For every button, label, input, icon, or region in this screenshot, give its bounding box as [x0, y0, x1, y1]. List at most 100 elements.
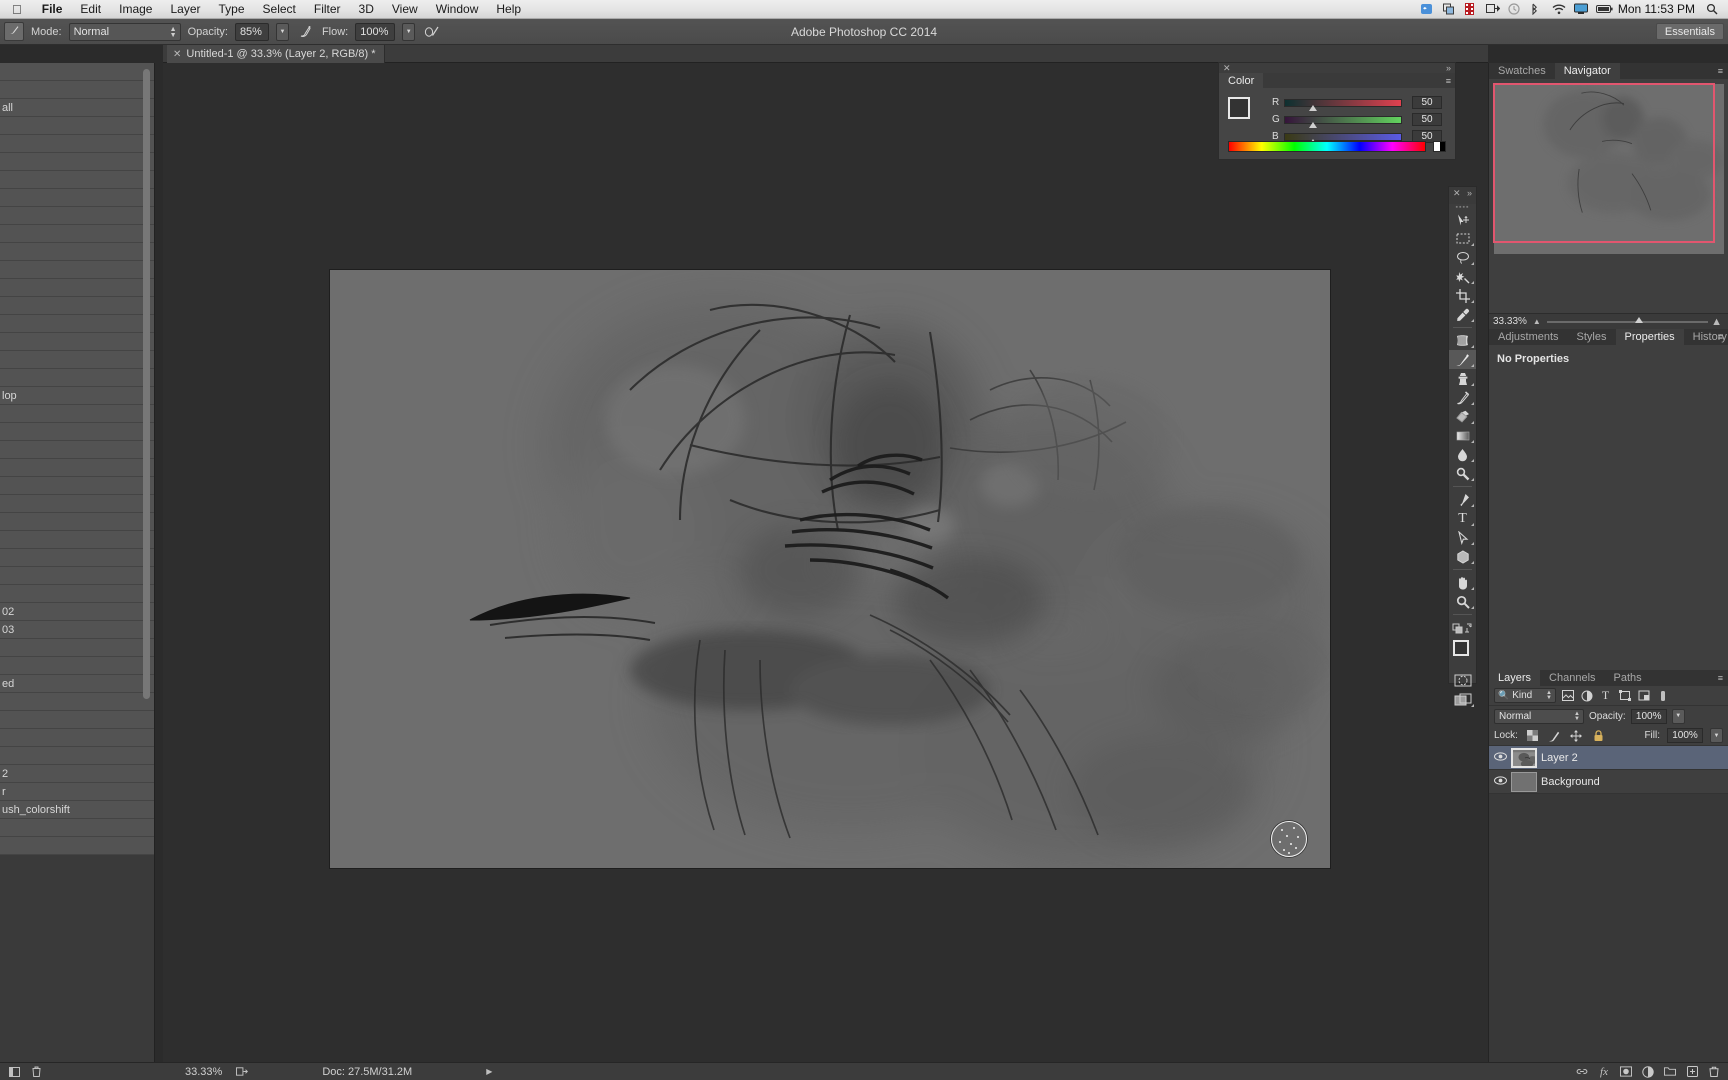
- menu-item-3d[interactable]: 3D: [350, 0, 383, 19]
- menu-item-help[interactable]: Help: [487, 0, 530, 19]
- brush-preset-item[interactable]: [0, 369, 154, 387]
- lock-transparency-icon[interactable]: [1525, 728, 1540, 743]
- tablet-pressure-icon[interactable]: [422, 22, 441, 41]
- brush-preset-item[interactable]: [0, 189, 154, 207]
- type-layer-filter-icon[interactable]: T: [1598, 688, 1613, 703]
- brush-tool[interactable]: [1449, 350, 1476, 369]
- panel-toggle-icon[interactable]: [8, 1066, 20, 1078]
- layer-row-layer-2[interactable]: Layer 2: [1489, 746, 1728, 770]
- tab-properties[interactable]: Properties: [1615, 329, 1684, 345]
- delete-layer-icon[interactable]: [1708, 1066, 1720, 1078]
- layer-blend-mode-select[interactable]: Normal ▲ ▼: [1494, 708, 1584, 724]
- brush-preset-item[interactable]: [0, 495, 154, 513]
- red-slider-knob[interactable]: [1309, 104, 1317, 111]
- display-icon[interactable]: [1573, 3, 1588, 15]
- artboard-canvas[interactable]: [330, 270, 1330, 868]
- menu-item-view[interactable]: View: [383, 0, 427, 19]
- panel-menu-icon[interactable]: ≡: [1446, 76, 1451, 86]
- status-zoom-value[interactable]: 33.33%: [185, 1066, 222, 1078]
- layer-opacity-dropdown[interactable]: ▼: [1671, 708, 1685, 724]
- menu-item-filter[interactable]: Filter: [305, 0, 350, 19]
- zoom-out-icon[interactable]: ▲: [1533, 317, 1541, 326]
- trash-icon[interactable]: [30, 1066, 42, 1078]
- brush-preset-item[interactable]: [0, 351, 154, 369]
- menu-item-image[interactable]: Image: [110, 0, 161, 19]
- blur-tool[interactable]: [1449, 445, 1476, 464]
- hand-tool[interactable]: [1449, 573, 1476, 592]
- foreground-color-swatch[interactable]: [1228, 97, 1250, 119]
- tab-layers[interactable]: Layers: [1489, 670, 1541, 686]
- tool-color-swatches[interactable]: [1449, 637, 1477, 671]
- menu-item-edit[interactable]: Edit: [71, 0, 110, 19]
- workspace-switcher[interactable]: Essentials: [1655, 23, 1724, 40]
- zoom-in-icon[interactable]: ▲: [1711, 316, 1722, 328]
- brush-presets-panel[interactable]: all lop 02 03 ed 2 r ush_colorshift: [0, 63, 155, 1068]
- canvas-workspace[interactable]: [163, 63, 1488, 1068]
- timemachine-icon[interactable]: [1508, 3, 1521, 15]
- brush-preset-item[interactable]: [0, 459, 154, 477]
- green-slider[interactable]: [1284, 115, 1402, 128]
- eye-icon[interactable]: [1493, 775, 1507, 788]
- layer-name[interactable]: Background: [1541, 776, 1600, 788]
- layer-fill-input[interactable]: 100%: [1667, 728, 1703, 743]
- brush-preset-item[interactable]: ed: [0, 675, 154, 693]
- link-layers-icon[interactable]: [1576, 1066, 1588, 1078]
- brush-preset-item[interactable]: 2: [0, 765, 154, 783]
- marquee-tool[interactable]: [1449, 229, 1476, 248]
- color-panel-titlebar[interactable]: ✕ »: [1219, 63, 1455, 73]
- default-colors-icon[interactable]: [1449, 618, 1476, 637]
- crop-tool[interactable]: [1449, 286, 1476, 305]
- tool-preset-picker[interactable]: [4, 22, 24, 41]
- shape-layer-filter-icon[interactable]: [1617, 688, 1632, 703]
- brush-preset-item[interactable]: [0, 279, 154, 297]
- brush-preset-item[interactable]: [0, 261, 154, 279]
- brush-preset-item[interactable]: [0, 639, 154, 657]
- brush-preset-item[interactable]: [0, 315, 154, 333]
- adjustment-layer-filter-icon[interactable]: [1579, 688, 1594, 703]
- color-panel[interactable]: ✕ » Color ≡ R 50 G 50 B 50: [1218, 62, 1456, 160]
- brush-preset-item[interactable]: [0, 207, 154, 225]
- document-tab[interactable]: ✕ Untitled-1 @ 33.3% (Layer 2, RGB/8) *: [167, 45, 386, 63]
- close-icon[interactable]: ✕: [1223, 63, 1231, 73]
- brush-preset-item[interactable]: [0, 63, 154, 81]
- blend-mode-select[interactable]: Normal ▲ ▼: [68, 22, 181, 41]
- brush-preset-item[interactable]: [0, 657, 154, 675]
- menu-item-type[interactable]: Type: [210, 0, 254, 19]
- color-spectrum-endcaps[interactable]: [1433, 141, 1446, 152]
- layer-thumbnail[interactable]: [1511, 771, 1537, 792]
- tools-panel[interactable]: ✕ » ▪▪▪▪ T: [1448, 186, 1477, 707]
- zoom-tool[interactable]: [1449, 592, 1476, 611]
- navigator-zoom-value[interactable]: 33.33%: [1493, 316, 1527, 327]
- brush-preset-item[interactable]: [0, 153, 154, 171]
- history-brush-tool[interactable]: [1449, 388, 1476, 407]
- duplicate-icon[interactable]: [1442, 3, 1455, 15]
- spotlight-search-icon[interactable]: [1706, 3, 1719, 15]
- menu-item-window[interactable]: Window: [427, 0, 488, 19]
- brush-preset-item[interactable]: ush_colorshift: [0, 801, 154, 819]
- brush-preset-item[interactable]: [0, 405, 154, 423]
- navigator-zoom-slider[interactable]: [1546, 316, 1708, 323]
- expand-icon[interactable]: »: [1446, 63, 1451, 73]
- brush-preset-item[interactable]: [0, 693, 154, 711]
- lock-position-icon[interactable]: [1569, 728, 1584, 743]
- brush-presets-scrollbar[interactable]: [143, 69, 150, 699]
- battery-icon[interactable]: [1595, 3, 1613, 15]
- pixel-layer-filter-icon[interactable]: [1560, 688, 1575, 703]
- navigator-view-box[interactable]: [1493, 83, 1715, 243]
- menu-item-layer[interactable]: Layer: [161, 0, 209, 19]
- lock-all-icon[interactable]: [1591, 728, 1606, 743]
- smart-object-filter-icon[interactable]: [1636, 688, 1651, 703]
- type-tool[interactable]: T: [1449, 509, 1476, 528]
- lasso-tool[interactable]: [1449, 248, 1476, 267]
- layer-name[interactable]: Layer 2: [1541, 752, 1578, 764]
- tab-adjustments[interactable]: Adjustments: [1489, 329, 1568, 345]
- tab-color[interactable]: Color: [1219, 73, 1264, 88]
- brush-preset-item[interactable]: [0, 297, 154, 315]
- close-icon[interactable]: ✕: [173, 49, 181, 60]
- flow-input[interactable]: 100%: [355, 22, 396, 41]
- magic-wand-tool[interactable]: [1449, 267, 1476, 286]
- opacity-dropdown-button[interactable]: ▼: [275, 22, 289, 41]
- spot-healing-tool[interactable]: [1449, 331, 1476, 350]
- wifi-icon[interactable]: [1552, 3, 1566, 15]
- eyedropper-tool[interactable]: [1449, 305, 1476, 324]
